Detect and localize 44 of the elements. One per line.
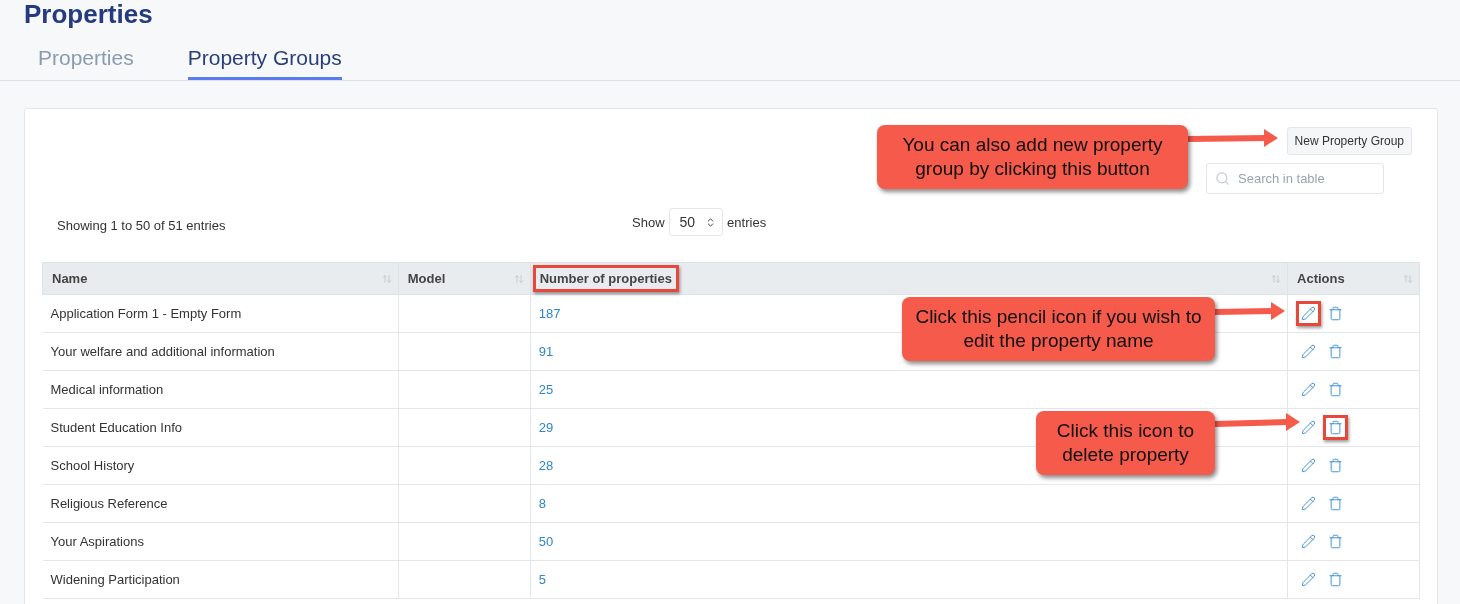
name-cell: Your welfare and additional information [42, 332, 399, 371]
count-link[interactable]: 187 [538, 306, 561, 321]
column-header[interactable]: Actions [1287, 262, 1420, 295]
column-label: Actions [1296, 270, 1346, 288]
callout-note: Click this pencil icon if you wish to edit the property name [902, 297, 1215, 361]
show-label: Show [632, 214, 665, 230]
count-link[interactable]: 50 [538, 534, 554, 549]
new-group-button[interactable]: New Property Group [1286, 127, 1412, 155]
pencil-icon[interactable] [1296, 301, 1322, 326]
tab[interactable]: Property Groups [187, 46, 342, 80]
page-length-select[interactable]: 50 [668, 208, 724, 236]
name-cell: Application Form 1 - Empty Form [42, 294, 399, 333]
page-title: Properties [23, 0, 154, 28]
sort-icon[interactable] [513, 273, 524, 284]
column-label: Number of properties [532, 265, 679, 292]
count-link[interactable]: 25 [538, 382, 554, 397]
count-link[interactable]: 91 [538, 344, 554, 359]
sort-icon[interactable] [381, 273, 392, 284]
sort-icon[interactable] [1271, 273, 1282, 284]
count-link[interactable]: 5 [538, 572, 546, 587]
name-cell: Widening Participation [42, 560, 399, 599]
count-link[interactable]: 8 [538, 496, 546, 511]
column-header[interactable]: Number of properties [530, 262, 1288, 295]
name-cell: Your Aspirations [42, 522, 399, 561]
column-header[interactable]: Name [42, 262, 399, 295]
callout-arrow [1214, 302, 1285, 320]
column-label: Model [406, 270, 447, 288]
search-field[interactable]: Search in table [1206, 163, 1384, 194]
name-cell: Student Education Info [42, 408, 399, 447]
entries-info: Showing 1 to 50 of 51 entries [56, 217, 227, 233]
search-icon [1215, 171, 1230, 186]
name-cell: School History [42, 446, 399, 485]
column-header[interactable]: Model [398, 262, 531, 295]
tab[interactable]: Properties [38, 46, 134, 80]
name-cell: Medical information [42, 370, 399, 409]
count-link[interactable]: 29 [538, 420, 554, 435]
column-label: Name [51, 270, 89, 288]
callout-note: You can also add new property group by clicking this button [877, 125, 1188, 189]
entries-label: entries [727, 214, 767, 230]
callout-note: Click this icon to delete property [1036, 411, 1215, 475]
sort-icon[interactable] [1403, 273, 1413, 284]
name-cell: Religious Reference [42, 484, 399, 523]
trash-icon[interactable] [1323, 415, 1349, 440]
count-link[interactable]: 28 [538, 458, 554, 473]
